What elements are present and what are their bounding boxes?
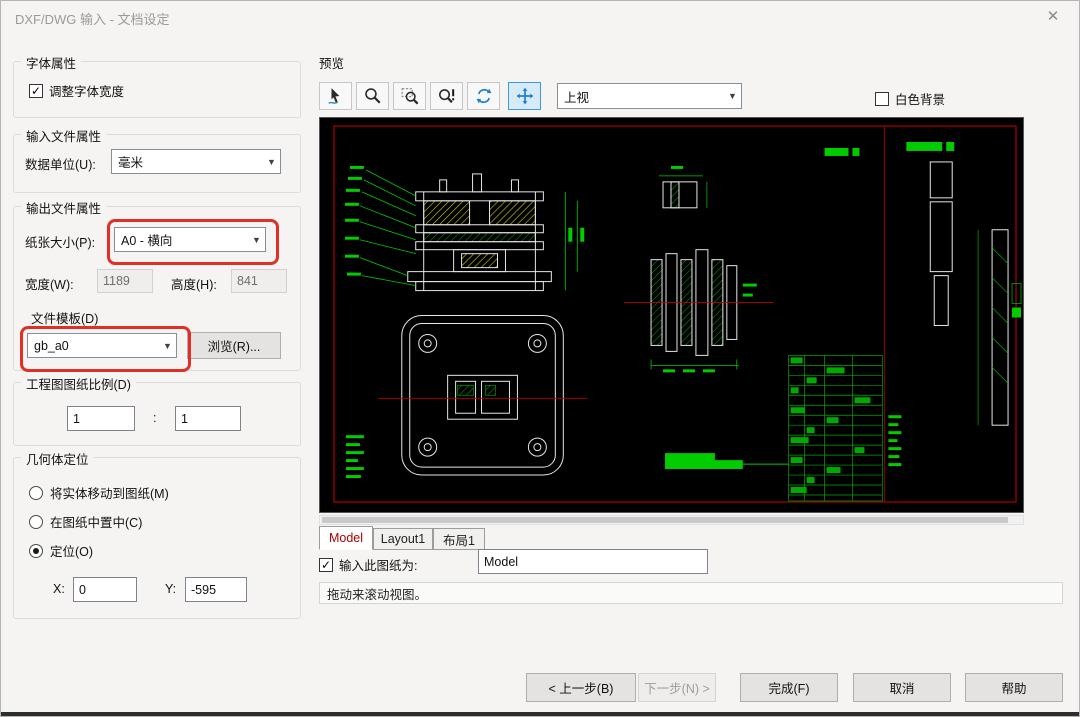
height-label: 高度(H): <box>171 274 217 293</box>
pan-button[interactable] <box>508 82 541 110</box>
select-sketch-button[interactable] <box>319 82 352 110</box>
sheet-scale-group-title: 工程图图纸比例(D) <box>21 374 136 393</box>
status-text: 拖动来滚动视图。 <box>327 584 427 603</box>
data-unit-value: 毫米 <box>112 152 263 171</box>
chevron-down-icon: ▼ <box>724 91 741 101</box>
window-bottom-edge <box>1 712 1079 716</box>
close-icon[interactable]: ✕ <box>1041 7 1065 27</box>
preview-horizontal-scrollbar[interactable] <box>319 515 1024 525</box>
font-properties-title: 字体属性 <box>21 53 81 72</box>
window-title: DXF/DWG 输入 - 文档设定 <box>15 9 170 28</box>
adjust-font-width-checkbox[interactable]: ✓ 调整字体宽度 <box>29 81 124 100</box>
file-template-value: gb_a0 <box>28 339 159 353</box>
dxf-dwg-import-dialog: DXF/DWG 输入 - 文档设定 ✕ 字体属性 ✓ 调整字体宽度 输入文件属性… <box>0 0 1080 717</box>
tab-model[interactable]: Model <box>319 526 373 550</box>
zoom-fit-button[interactable] <box>430 82 463 110</box>
zoom-area-icon <box>401 87 419 105</box>
x-label: X: <box>53 582 65 596</box>
pan-icon <box>516 87 534 105</box>
radio-position[interactable]: 定位(O) <box>29 541 93 560</box>
tab-layout1-cn[interactable]: 布局1 <box>433 528 485 550</box>
white-background-label: 白色背景 <box>895 89 945 108</box>
chevron-down-icon: ▼ <box>248 235 265 245</box>
cancel-button[interactable]: 取消 <box>853 673 951 702</box>
tab-layout1[interactable]: Layout1 <box>373 528 433 550</box>
browse-button[interactable]: 浏览(R)... <box>187 332 281 359</box>
checkbox-unchecked-icon <box>875 92 889 106</box>
paper-size-label: 纸张大小(P): <box>25 232 95 251</box>
preview-canvas[interactable] <box>319 117 1024 513</box>
finish-button[interactable]: 完成(F) <box>740 673 838 702</box>
y-coordinate-field[interactable] <box>185 577 247 602</box>
radio-icon <box>29 486 43 500</box>
cad-drawing <box>320 118 1023 512</box>
chevron-down-icon: ▼ <box>263 157 280 167</box>
zoom-button[interactable] <box>356 82 389 110</box>
back-button[interactable]: < 上一步(B) <box>526 673 636 702</box>
radio-selected-icon <box>29 544 43 558</box>
chevron-down-icon: ▼ <box>159 341 176 351</box>
radio-move-entities-label: 将实体移动到图纸(M) <box>50 483 169 502</box>
input-file-group-title: 输入文件属性 <box>21 126 106 145</box>
radio-center-in-sheet[interactable]: 在图纸中置中(C) <box>29 512 142 531</box>
height-field <box>231 269 287 293</box>
width-field <box>97 269 153 293</box>
radio-position-label: 定位(O) <box>50 541 93 560</box>
radio-center-in-sheet-label: 在图纸中置中(C) <box>50 512 142 531</box>
scale-numerator-field[interactable] <box>67 406 135 431</box>
paper-size-combobox[interactable]: A0 - 横向 ▼ <box>114 227 266 252</box>
refresh-button[interactable] <box>467 82 500 110</box>
scale-colon: : <box>153 411 156 425</box>
preview-title: 预览 <box>319 53 344 72</box>
data-unit-label: 数据单位(U): <box>25 154 96 173</box>
import-sheet-label: 输入此图纸为: <box>339 555 417 574</box>
view-orientation-value: 上视 <box>558 87 724 106</box>
select-sketch-icon <box>327 87 345 105</box>
geometry-positioning-title: 几何体定位 <box>21 449 94 468</box>
adjust-font-width-label: 调整字体宽度 <box>49 81 124 100</box>
checkbox-checked-icon: ✓ <box>29 84 43 98</box>
refresh-icon <box>475 87 493 105</box>
data-unit-combobox[interactable]: 毫米 ▼ <box>111 149 281 174</box>
scrollbar-thumb[interactable] <box>322 517 1008 523</box>
status-bar: 拖动来滚动视图。 <box>319 582 1063 604</box>
next-button: 下一步(N) > <box>638 673 716 702</box>
import-sheet-checkbox[interactable]: ✓ 输入此图纸为: <box>319 555 417 574</box>
zoom-icon <box>364 87 382 105</box>
checkbox-checked-icon: ✓ <box>319 558 333 572</box>
zoom-fit-icon <box>438 87 456 105</box>
paper-size-value: A0 - 横向 <box>115 230 248 249</box>
y-label: Y: <box>165 582 176 596</box>
sheet-name-field[interactable] <box>478 549 708 574</box>
zoom-area-button[interactable] <box>393 82 426 110</box>
radio-move-entities[interactable]: 将实体移动到图纸(M) <box>29 483 169 502</box>
radio-icon <box>29 515 43 529</box>
white-background-checkbox[interactable]: 白色背景 <box>875 89 945 108</box>
x-coordinate-field[interactable] <box>73 577 137 602</box>
file-template-combobox[interactable]: gb_a0 ▼ <box>27 333 177 358</box>
width-label: 宽度(W): <box>25 274 74 293</box>
output-file-group-title: 输出文件属性 <box>21 198 106 217</box>
scale-denominator-field[interactable] <box>175 406 241 431</box>
file-template-label: 文件模板(D) <box>31 308 98 327</box>
help-button[interactable]: 帮助 <box>965 673 1063 702</box>
view-orientation-combobox[interactable]: 上视 ▼ <box>557 83 742 109</box>
titlebar: DXF/DWG 输入 - 文档设定 ✕ <box>1 1 1079 31</box>
